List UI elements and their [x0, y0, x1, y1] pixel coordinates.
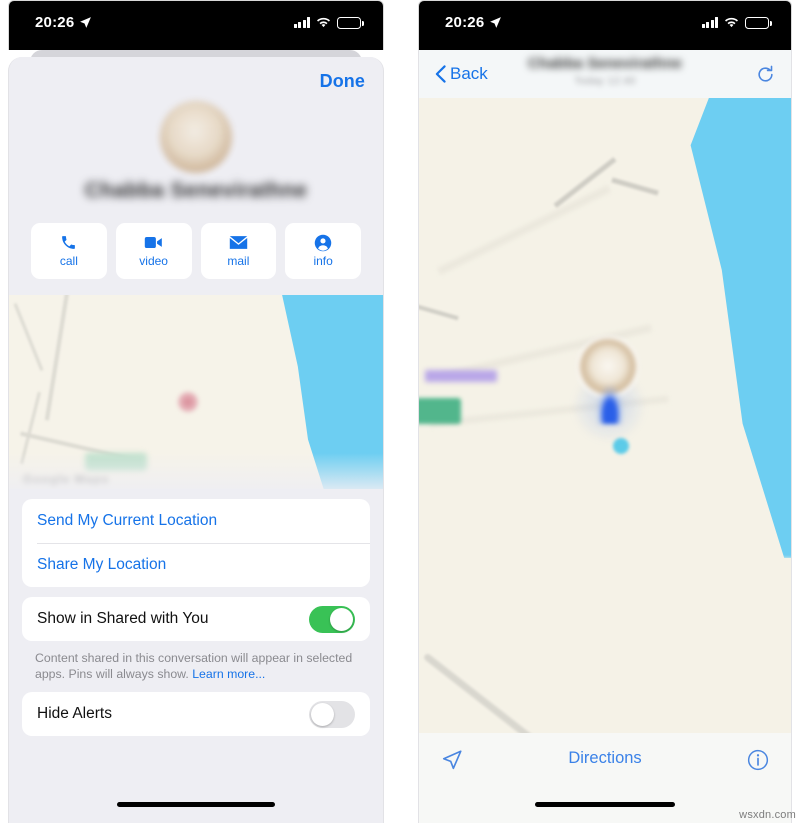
watermark: wsxdn.com — [739, 809, 796, 821]
mail-label: mail — [227, 254, 250, 268]
status-time: 20:26 — [445, 14, 485, 31]
map-road — [419, 303, 459, 321]
hide-alerts-row[interactable]: Hide Alerts — [22, 692, 370, 736]
phone-icon — [60, 234, 77, 251]
wifi-icon — [316, 17, 331, 29]
contact-header: Chabba Senevirathne — [9, 101, 383, 203]
home-indicator-right — [535, 802, 675, 807]
info-label: info — [313, 254, 333, 268]
contact-avatar[interactable] — [160, 101, 232, 173]
send-my-current-location-row[interactable]: Send My Current Location — [22, 499, 370, 543]
current-location-marker[interactable] — [597, 386, 623, 424]
send-my-current-location-label: Send My Current Location — [37, 512, 218, 529]
status-bar-right-group — [701, 16, 772, 29]
sheet-header: Done — [9, 57, 383, 105]
map-transit-label — [425, 370, 497, 382]
video-label: video — [139, 254, 168, 268]
battery-icon — [337, 16, 364, 29]
navigation-bar: Back Chabba Senevirathne Today 12:40 — [418, 50, 792, 98]
status-time: 20:26 — [35, 14, 75, 31]
contact-details-sheet: Done Chabba Senevirathne call video mail… — [8, 57, 384, 823]
status-bar-right-group — [293, 16, 364, 29]
shared-with-you-footnote: Content shared in this conversation will… — [35, 650, 357, 682]
home-indicator-left — [117, 802, 275, 807]
shared-with-you-group: Show in Shared with You — [22, 597, 370, 641]
info-circle-icon — [747, 749, 769, 771]
directions-button[interactable]: Directions — [568, 749, 641, 768]
refresh-button[interactable] — [756, 65, 775, 84]
map-fade-overlay — [9, 453, 383, 489]
hide-alerts-group: Hide Alerts — [22, 692, 370, 736]
map-bottom-bar: Directions — [418, 733, 792, 823]
back-button[interactable]: Back — [435, 64, 488, 84]
cellular-signal-icon — [701, 17, 718, 28]
call-button[interactable]: call — [31, 223, 107, 279]
hide-alerts-label: Hide Alerts — [37, 705, 112, 722]
show-in-shared-with-you-toggle[interactable] — [309, 605, 355, 633]
call-label: call — [59, 254, 78, 268]
info-button[interactable] — [747, 749, 769, 771]
locate-button[interactable] — [441, 749, 463, 771]
person-circle-icon — [314, 234, 332, 251]
envelope-icon — [229, 234, 248, 251]
show-in-shared-with-you-row[interactable]: Show in Shared with You — [22, 597, 370, 641]
wifi-icon — [724, 17, 739, 29]
screenshot-canvas: 20:26 Done Chabba Senevirathne call vide… — [0, 0, 800, 823]
status-bar-left-group: 20:26 — [445, 14, 502, 31]
video-camera-icon — [144, 234, 163, 251]
phone-right: 20:26 Back Chabba Senevirathne Today 12:… — [418, 0, 792, 823]
map-park — [419, 398, 461, 424]
learn-more-link[interactable]: Learn more... — [192, 667, 265, 681]
refresh-icon — [758, 65, 773, 82]
chevron-left-icon — [435, 65, 446, 83]
status-bar-left: 20:26 — [8, 0, 384, 50]
location-arrow-icon — [79, 16, 92, 29]
done-button[interactable]: Done — [320, 71, 365, 92]
video-button[interactable]: video — [115, 223, 192, 279]
info-button[interactable]: info — [285, 223, 361, 279]
mail-button[interactable]: mail — [200, 223, 277, 279]
share-my-location-label: Share My Location — [37, 556, 167, 573]
map-path — [436, 184, 612, 276]
share-my-location-row[interactable]: Share My Location — [22, 543, 370, 587]
cellular-signal-icon — [293, 17, 310, 28]
map-road — [13, 303, 44, 371]
toggle-knob — [311, 702, 334, 726]
map-road — [44, 295, 70, 421]
location-pin — [177, 391, 199, 413]
location-map-preview[interactable]: Google Maps — [9, 295, 383, 489]
full-map[interactable] — [418, 98, 792, 733]
location-arrow-icon — [489, 16, 502, 29]
battery-icon — [745, 16, 772, 29]
show-in-shared-with-you-label: Show in Shared with You — [37, 610, 209, 627]
phone-left: 20:26 Done Chabba Senevirathne call vide… — [8, 0, 384, 823]
map-road — [611, 177, 659, 196]
location-actions-group: Send My Current Location Share My Locati… — [22, 499, 370, 587]
navigation-arrow-icon — [442, 750, 462, 770]
map-road — [422, 652, 546, 733]
hide-alerts-toggle[interactable] — [309, 700, 355, 728]
contact-action-row: call video mail info — [9, 203, 383, 279]
back-label: Back — [450, 64, 488, 83]
status-bar-right: 20:26 — [418, 0, 792, 50]
toggle-knob — [330, 607, 353, 631]
contact-name: Chabba Senevirathne — [84, 179, 308, 202]
status-bar-left-group: 20:26 — [35, 14, 92, 31]
